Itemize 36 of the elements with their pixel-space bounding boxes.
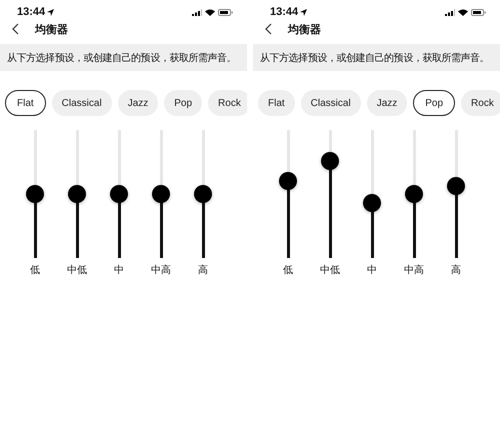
preset-chip[interactable]: Pop <box>413 90 456 116</box>
band-label: 中高 <box>151 264 171 277</box>
band-label: 中低 <box>67 264 87 277</box>
battery-icon <box>471 8 486 16</box>
status-time: 13:44 <box>270 6 298 18</box>
preset-chip[interactable]: Flat <box>258 90 295 116</box>
signal-icon <box>192 8 202 16</box>
battery-icon <box>218 8 233 16</box>
preset-chip[interactable]: Jazz <box>118 90 158 116</box>
band-label: 低 <box>283 264 293 277</box>
band-label: 低 <box>30 264 40 277</box>
location-arrow-icon <box>47 8 54 16</box>
preset-chip[interactable]: Rock <box>208 90 247 116</box>
band-label: 中 <box>114 264 124 277</box>
preset-chip[interactable]: Pop <box>164 90 202 116</box>
preset-chip[interactable]: Flat <box>5 90 46 116</box>
status-time: 13:44 <box>17 6 46 18</box>
wifi-icon <box>458 8 468 16</box>
back-chevron-icon <box>265 23 272 35</box>
preset-chip[interactable]: Classical <box>52 90 112 116</box>
band-label: 中 <box>367 264 377 277</box>
hint-text: 从下方选择预设，或创建自己的预设，获取所需声音。 <box>260 52 490 64</box>
location-arrow-icon <box>300 8 308 16</box>
preset-chip[interactable]: Classical <box>300 90 361 116</box>
page-title: 均衡器 <box>288 22 321 36</box>
band-label: 高 <box>198 264 208 277</box>
wifi-icon <box>205 8 215 16</box>
signal-icon <box>445 8 455 16</box>
preset-chip[interactable]: Jazz <box>366 90 408 116</box>
band-label: 中高 <box>404 264 424 277</box>
preset-chip[interactable]: Rock <box>461 90 500 116</box>
hint-text: 从下方选择预设，或创建自己的预设，获取所需声音。 <box>7 52 236 64</box>
page-title: 均衡器 <box>35 22 68 36</box>
band-label: 高 <box>451 264 461 277</box>
band-label: 中低 <box>320 264 340 277</box>
back-chevron-icon <box>12 23 19 35</box>
